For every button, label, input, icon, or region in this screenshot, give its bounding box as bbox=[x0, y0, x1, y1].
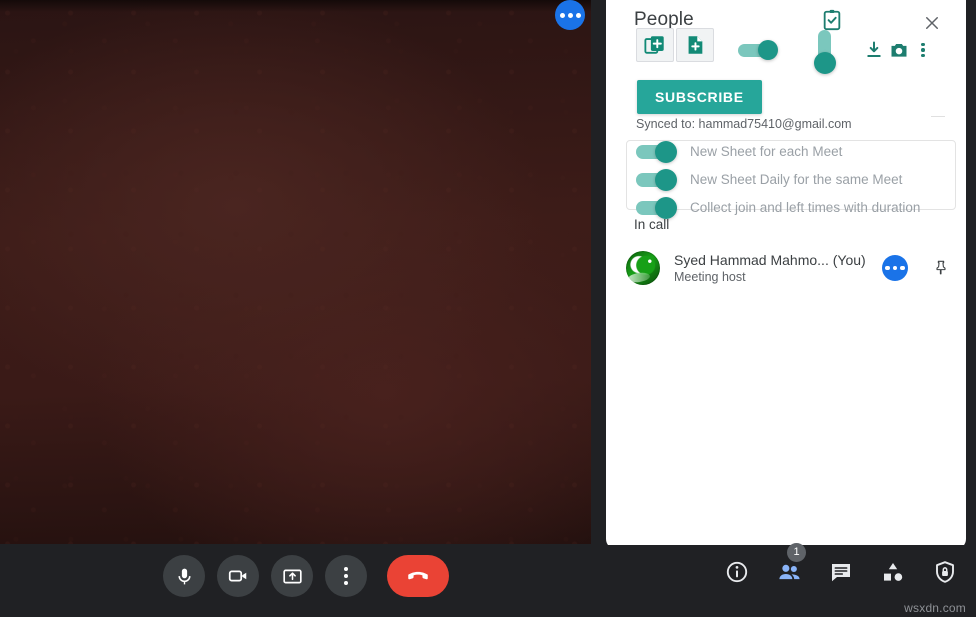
toggle-knob bbox=[655, 141, 677, 163]
option-row[interactable]: New Sheet Daily for the same Meet bbox=[634, 165, 964, 193]
add-sheet-button[interactable] bbox=[636, 28, 674, 62]
download-button[interactable] bbox=[864, 40, 884, 60]
avatar bbox=[626, 251, 660, 285]
participant-text: Syed Hammad Mahmo... (You) Meeting host bbox=[674, 251, 882, 286]
vertical-toggle[interactable] bbox=[814, 30, 836, 78]
pin-button[interactable] bbox=[926, 255, 956, 281]
add-to-sheets-icon bbox=[644, 36, 664, 54]
present-screen-button[interactable] bbox=[271, 555, 313, 597]
download-icon bbox=[867, 41, 881, 57]
chat-icon bbox=[832, 564, 850, 582]
subscribe-button[interactable]: SUBSCRIBE bbox=[637, 80, 762, 114]
leave-call-button[interactable] bbox=[387, 555, 449, 597]
more-options-button[interactable] bbox=[325, 555, 367, 597]
option-label: New Sheet for each Meet bbox=[690, 143, 843, 159]
people-panel: People SUBSCRIBE Synced to: hammad75410@… bbox=[606, 0, 966, 549]
video-top-shadow bbox=[0, 0, 591, 12]
option-toggle-new-sheet-each-meet[interactable] bbox=[634, 140, 680, 163]
section-label-in-call: In call bbox=[634, 217, 670, 232]
addon-toolbar bbox=[636, 28, 956, 76]
more-horizontal-icon bbox=[559, 12, 565, 18]
participant-row[interactable]: Syed Hammad Mahmo... (You) Meeting host bbox=[626, 245, 956, 291]
option-toggle-collect-times[interactable] bbox=[634, 196, 680, 219]
participant-you-tag: (You) bbox=[832, 251, 866, 268]
toggle-knob bbox=[655, 169, 677, 191]
recording-toggle[interactable] bbox=[738, 40, 780, 60]
microphone-button[interactable] bbox=[163, 555, 205, 597]
microphone-icon bbox=[177, 568, 191, 584]
toggle-knob bbox=[655, 197, 677, 219]
participant-more-button[interactable] bbox=[882, 255, 908, 281]
pin-icon bbox=[936, 260, 946, 275]
add-document-icon bbox=[688, 36, 703, 54]
add-document-button[interactable] bbox=[676, 28, 714, 62]
present-screen-icon bbox=[282, 569, 302, 583]
option-label: New Sheet Daily for the same Meet bbox=[690, 171, 903, 187]
more-horizontal-icon bbox=[567, 12, 573, 18]
more-horizontal-icon bbox=[892, 265, 898, 271]
host-controls-button[interactable] bbox=[932, 559, 958, 585]
activities-icon bbox=[884, 563, 903, 581]
screenshot-button[interactable] bbox=[888, 40, 910, 60]
right-controls: 1 bbox=[724, 543, 958, 585]
camera-button[interactable] bbox=[217, 555, 259, 597]
video-more-button[interactable] bbox=[555, 0, 585, 30]
options-list: New Sheet for each Meet New Sheet Daily … bbox=[634, 137, 964, 221]
phone-hangup-icon bbox=[408, 571, 428, 580]
option-toggle-new-sheet-daily[interactable] bbox=[634, 168, 680, 191]
toggle-knob bbox=[758, 40, 778, 60]
video-stage bbox=[0, 0, 591, 544]
meeting-details-button[interactable] bbox=[724, 559, 750, 585]
participant-name-line: Syed Hammad Mahmo... (You) bbox=[674, 251, 882, 269]
people-icon bbox=[778, 564, 800, 579]
toggle-knob bbox=[814, 52, 836, 74]
option-label: Collect join and left times with duratio… bbox=[690, 199, 921, 215]
video-grain bbox=[0, 0, 591, 544]
divider bbox=[931, 116, 945, 117]
more-horizontal-icon bbox=[885, 265, 890, 271]
meet-window: People SUBSCRIBE Synced to: hammad75410@… bbox=[0, 0, 976, 617]
option-row[interactable]: New Sheet for each Meet bbox=[634, 137, 964, 165]
shield-lock-icon bbox=[936, 561, 954, 583]
addon-more-button[interactable] bbox=[915, 40, 931, 60]
video-camera-icon bbox=[228, 570, 247, 582]
activities-button[interactable] bbox=[880, 559, 906, 585]
more-vertical-icon bbox=[921, 48, 925, 52]
participant-count-badge: 1 bbox=[787, 543, 806, 562]
more-vertical-icon bbox=[921, 42, 925, 47]
synced-account-text: Synced to: hammad75410@gmail.com bbox=[636, 117, 852, 131]
participant-name: Syed Hammad Mahmo... bbox=[674, 251, 829, 268]
more-horizontal-icon bbox=[575, 12, 581, 18]
camera-icon bbox=[891, 44, 907, 57]
info-icon bbox=[726, 561, 748, 583]
option-row[interactable]: Collect join and left times with duratio… bbox=[634, 193, 964, 221]
more-vertical-icon bbox=[921, 53, 925, 58]
more-horizontal-icon bbox=[900, 265, 905, 271]
watermark: wsxdn.com bbox=[904, 601, 966, 615]
participant-role: Meeting host bbox=[674, 269, 746, 284]
bottom-toolbar: 1 wsxdn.com bbox=[0, 543, 976, 617]
show-everyone-button[interactable]: 1 bbox=[776, 543, 806, 585]
call-controls bbox=[163, 555, 449, 597]
chat-button[interactable] bbox=[828, 559, 854, 585]
more-vertical-icon bbox=[344, 567, 348, 585]
